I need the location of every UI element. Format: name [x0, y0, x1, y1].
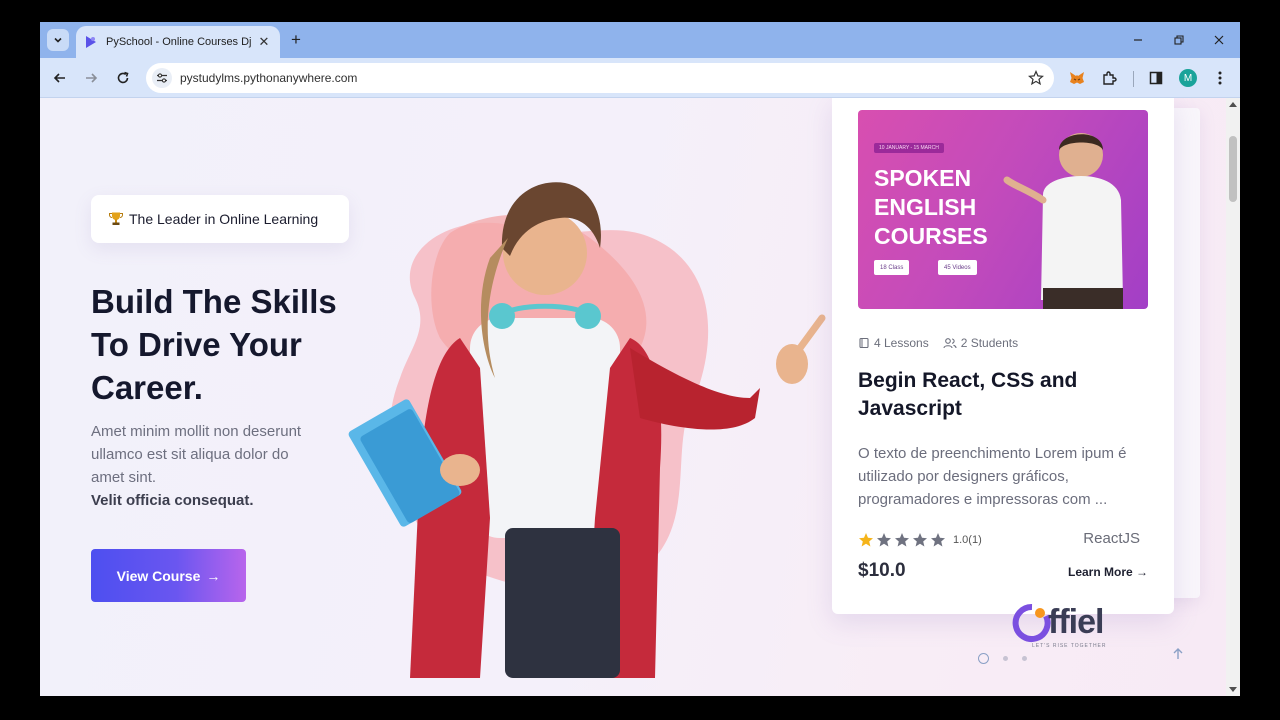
page-scrollbar[interactable]	[1226, 98, 1240, 696]
carousel-dot-1[interactable]	[978, 653, 989, 664]
new-tab-button[interactable]: +	[286, 30, 306, 50]
thumbnail-chip-videos: 45 Videos	[938, 260, 977, 275]
rating-text: 1.0(1)	[953, 534, 982, 546]
fox-icon	[1070, 72, 1084, 84]
reload-button[interactable]	[112, 67, 134, 89]
profile-avatar[interactable]: M	[1179, 69, 1197, 87]
bookmark-star-icon[interactable]	[1028, 70, 1044, 86]
tab-search-button[interactable]	[47, 29, 69, 51]
trophy-icon	[109, 212, 123, 225]
watermark-o-icon	[1012, 603, 1051, 642]
hero-description-strong: Velit officia consequat.	[91, 492, 254, 509]
star-icon-empty	[895, 533, 909, 547]
course-title[interactable]: Begin React, CSS and Javascript	[858, 367, 1148, 423]
view-course-button[interactable]: View Course →	[91, 549, 246, 602]
thumbnail-heading: SPOKEN ENGLISH COURSES	[874, 165, 988, 249]
side-panel-button[interactable]	[1146, 68, 1166, 88]
scroll-up-arrow-icon[interactable]	[1229, 102, 1237, 107]
lessons-count: 4 Lessons	[858, 336, 929, 350]
star-icon-filled	[859, 533, 873, 547]
browser-menu-button[interactable]	[1210, 68, 1230, 88]
kebab-menu-icon	[1218, 71, 1222, 85]
watermark-text: ffiel	[1048, 603, 1104, 641]
side-panel-icon	[1149, 71, 1163, 85]
site-info-button[interactable]	[152, 68, 172, 88]
close-window-button[interactable]	[1209, 30, 1229, 50]
star-icon-empty	[877, 533, 891, 547]
course-price: $10.0	[858, 560, 906, 581]
badge-text: The Leader in Online Learning	[129, 211, 319, 227]
watermark-tagline: LET'S RISE TOGETHER	[1032, 643, 1107, 649]
minimize-button[interactable]	[1128, 30, 1148, 50]
minimize-icon	[1134, 39, 1142, 41]
address-bar[interactable]: pystudylms.pythonanywhere.com	[146, 63, 1054, 93]
course-thumbnail[interactable]: 10 JANUARY - 15 MARCH SPOKEN ENGLISH COU…	[858, 110, 1148, 309]
browser-tab-active[interactable]: PySchool - Online Courses Django ✕	[76, 26, 280, 58]
back-button[interactable]	[49, 67, 71, 89]
hero-description-text: Amet minim mollit non deserunt ullamco e…	[91, 423, 302, 486]
scroll-down-arrow-icon[interactable]	[1229, 687, 1237, 692]
course-card[interactable]: 10 JANUARY - 15 MARCH SPOKEN ENGLISH COU…	[832, 98, 1174, 614]
tab-close-icon[interactable]: ✕	[256, 34, 272, 50]
forward-button[interactable]	[80, 67, 102, 89]
thumbnail-date-tag: 10 JANUARY - 15 MARCH	[874, 143, 944, 153]
reload-icon	[117, 71, 129, 84]
tab-title: PySchool - Online Courses Django	[106, 36, 252, 48]
browser-window: PySchool - Online Courses Django ✕ + py	[40, 22, 1240, 696]
thumbnail-chip-classes: 18 Class	[874, 260, 910, 275]
students-text: 2 Students	[960, 336, 1019, 350]
tab-strip: PySchool - Online Courses Django ✕ +	[40, 22, 1240, 58]
view-course-label: View Course	[116, 567, 201, 584]
scroll-thumb[interactable]	[1229, 136, 1237, 202]
course-rating: 1.0(1)	[858, 532, 982, 548]
toolbar-separator	[1133, 71, 1134, 87]
pyschool-favicon-icon	[86, 36, 96, 48]
offiel-watermark-logo: ffiel LET'S RISE TOGETHER	[1012, 603, 1142, 653]
arrow-right-icon: →	[206, 567, 221, 584]
restore-button[interactable]	[1169, 30, 1189, 50]
chevron-down-icon	[54, 37, 62, 43]
students-count: 2 Students	[943, 336, 1018, 350]
close-icon	[1214, 35, 1224, 45]
carousel-dot-3[interactable]	[1022, 656, 1027, 661]
arrow-up-icon	[1173, 648, 1183, 659]
star-icon-empty	[931, 533, 945, 547]
course-category: ReactJS	[1083, 530, 1140, 547]
url-text[interactable]: pystudylms.pythonanywhere.com	[180, 71, 357, 85]
restore-icon	[1174, 35, 1184, 45]
metamask-extension-button[interactable]	[1067, 68, 1087, 88]
lessons-text: 4 Lessons	[874, 336, 929, 350]
course-meta: 4 Lessons 2 Students	[858, 336, 1032, 350]
arrow-right-icon	[86, 73, 98, 83]
arrow-left-icon	[53, 73, 65, 83]
book-icon	[859, 337, 869, 349]
carousel-dot-2[interactable]	[1003, 656, 1008, 661]
carousel-dots	[978, 653, 1041, 664]
course-description: O texto de preenchimento Lorem ipum é ut…	[858, 445, 1127, 508]
star-icon-empty	[913, 533, 927, 547]
tune-icon	[157, 73, 167, 83]
users-icon	[943, 338, 957, 349]
hero-student-image	[348, 182, 826, 678]
instructor-photo	[1003, 133, 1123, 309]
extensions-button[interactable]	[1099, 68, 1119, 88]
scroll-to-top-button[interactable]	[1170, 646, 1186, 662]
page-content: The Leader in Online Learning Build The …	[40, 98, 1226, 696]
leader-badge: The Leader in Online Learning	[91, 195, 349, 243]
browser-toolbar: pystudylms.pythonanywhere.com M	[40, 58, 1240, 98]
hero-description: Amet minim mollit non deserunt ullamco e…	[91, 420, 306, 512]
puzzle-icon	[1103, 71, 1117, 85]
learn-more-link[interactable]: Learn More →	[1068, 565, 1148, 579]
